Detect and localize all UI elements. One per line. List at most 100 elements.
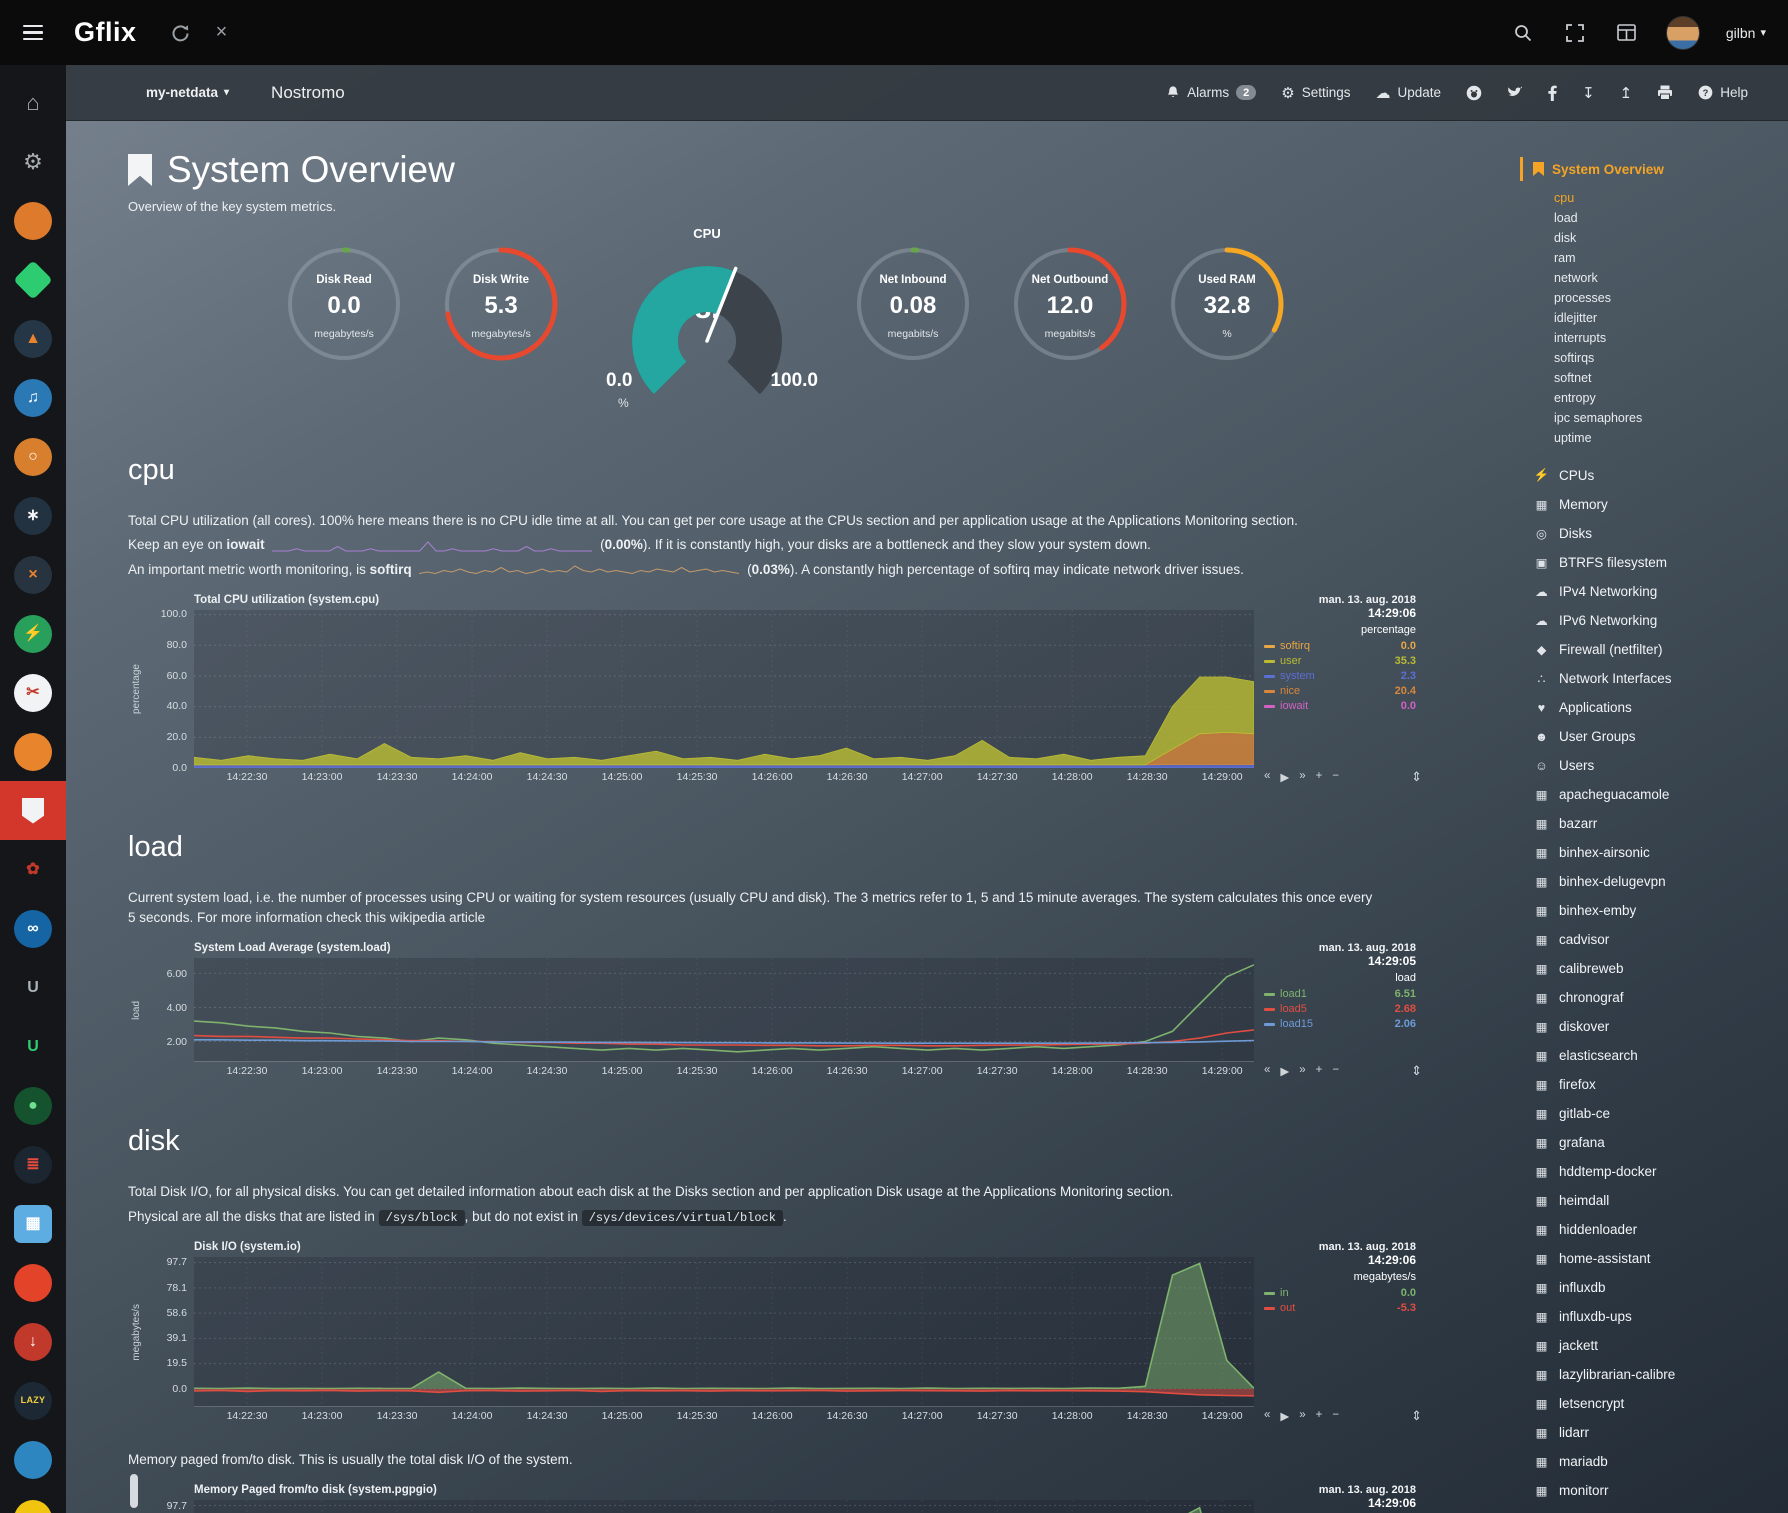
sidebar-app-airsonic[interactable]: ♫ — [0, 368, 66, 427]
play-button[interactable]: ▶ — [1280, 770, 1289, 784]
toc-section-applications[interactable]: ♥Applications — [1533, 693, 1780, 722]
disk-chart-resize-handle[interactable]: ⇕ — [1411, 1408, 1422, 1424]
used-ram-gauge[interactable]: Used RAM 32.8 % — [1161, 240, 1293, 390]
memory-chart-plot[interactable] — [194, 1500, 1254, 1513]
toc-container-hiddenloader[interactable]: ▦hiddenloader — [1533, 1215, 1780, 1244]
toc-container-jackett[interactable]: ▦jackett — [1533, 1331, 1780, 1360]
sidebar-app-overseerr[interactable]: ⚡ — [0, 604, 66, 663]
toc-container-monitorr[interactable]: ▦monitorr — [1533, 1476, 1780, 1505]
refresh-icon[interactable] — [167, 20, 193, 46]
toc-sub-uptime[interactable]: uptime — [1554, 428, 1780, 448]
sidebar-app-search-app[interactable]: ○ — [0, 427, 66, 486]
toc-container-heimdall[interactable]: ▦heimdall — [1533, 1186, 1780, 1215]
sidebar-app-tautulli[interactable]: ▲ — [0, 309, 66, 368]
hostname[interactable]: Nostromo — [271, 83, 345, 103]
disk-write-gauge[interactable]: Disk Write 5.3 megabytes/s — [435, 240, 567, 390]
sidebar-app-heimdall[interactable]: ▦ — [0, 1194, 66, 1253]
toc-sub-ram[interactable]: ram — [1554, 248, 1780, 268]
legend-load1[interactable]: load16.51 — [1264, 987, 1416, 1002]
fullscreen-icon[interactable] — [1562, 20, 1588, 46]
help-button[interactable]: ? Help — [1698, 85, 1748, 100]
sidebar-app-sabnzbd[interactable]: sab — [0, 1489, 66, 1513]
alarms-button[interactable]: Alarms 2 — [1166, 85, 1256, 100]
zoom-out-button[interactable]: − — [1332, 770, 1339, 784]
sidebar-app-monitorr[interactable] — [0, 781, 66, 840]
update-button[interactable]: ☁ Update — [1376, 84, 1442, 102]
settings-button[interactable]: ⚙ Settings — [1281, 84, 1350, 102]
sidebar-app-ombi[interactable] — [0, 191, 66, 250]
cpu-gauge[interactable]: CPU 58.0 0.0 100.0 % — [592, 226, 822, 408]
toc-section-network-interfaces[interactable]: ∴Network Interfaces — [1533, 664, 1780, 693]
toc-container-netdata[interactable]: ▦netdata — [1533, 1505, 1780, 1513]
play-button[interactable]: ▶ — [1280, 1409, 1289, 1423]
sidebar-app-lazylibrarian[interactable]: LAZY — [0, 1371, 66, 1430]
net-inbound-gauge[interactable]: Net Inbound 0.08 megabits/s — [847, 240, 979, 390]
legend-load15[interactable]: load152.06 — [1264, 1017, 1416, 1032]
github-link[interactable] — [1466, 85, 1482, 101]
sidebar-app-cutter-app[interactable]: ✂ — [0, 663, 66, 722]
toc-sub-load[interactable]: load — [1554, 208, 1780, 228]
softirq-sparkline[interactable] — [419, 563, 739, 577]
zoom-in-button[interactable]: + — [1316, 1064, 1323, 1078]
zoom-in-button[interactable]: + — [1316, 770, 1323, 784]
sidebar-app-nextcloud[interactable]: ∞ — [0, 899, 66, 958]
toc-container-lidarr[interactable]: ▦lidarr — [1533, 1418, 1780, 1447]
toc-container-elasticsearch[interactable]: ▦elasticsearch — [1533, 1041, 1780, 1070]
toc-container-mariadb[interactable]: ▦mariadb — [1533, 1447, 1780, 1476]
toc-sub-disk[interactable]: disk — [1554, 228, 1780, 248]
toc-sub-softirqs[interactable]: softirqs — [1554, 348, 1780, 368]
toc-system-overview[interactable]: System Overview — [1520, 157, 1780, 181]
toc-container-binhex-delugevpn[interactable]: ▦binhex-delugevpn — [1533, 867, 1780, 896]
toc-container-apacheguacamole[interactable]: ▦apacheguacamole — [1533, 780, 1780, 809]
pan-left-button[interactable]: « — [1264, 770, 1270, 784]
export-button[interactable]: ↥ — [1620, 84, 1633, 102]
sidebar-app-flower-app[interactable]: ✿ — [0, 840, 66, 899]
sidebar-app-gitlab[interactable] — [0, 1253, 66, 1312]
print-button[interactable] — [1657, 85, 1673, 100]
toc-sub-softnet[interactable]: softnet — [1554, 368, 1780, 388]
toc-section-firewall-netfilter-[interactable]: ◆Firewall (netfilter) — [1533, 635, 1780, 664]
legend-out[interactable]: out-5.3 — [1264, 1301, 1416, 1316]
toc-section-ipv4-networking[interactable]: ☁IPv4 Networking — [1533, 577, 1780, 606]
legend-user[interactable]: user35.3 — [1264, 654, 1416, 669]
toc-container-diskover[interactable]: ▦diskover — [1533, 1012, 1780, 1041]
legend-iowait[interactable]: iowait0.0 — [1264, 699, 1416, 714]
user-menu[interactable]: gilbn ▾ — [1726, 25, 1766, 41]
sidebar-app-ubooquity[interactable]: U — [0, 958, 66, 1017]
avatar[interactable] — [1666, 16, 1700, 50]
toc-sub-network[interactable]: network — [1554, 268, 1780, 288]
iowait-sparkline[interactable] — [272, 539, 592, 553]
sidebar-app-radarr[interactable]: × — [0, 545, 66, 604]
toc-sub-entropy[interactable]: entropy — [1554, 388, 1780, 408]
apps-grid-icon[interactable] — [1614, 20, 1640, 46]
disk-read-gauge[interactable]: Disk Read 0.0 megabytes/s — [278, 240, 410, 390]
toc-container-influxdb-ups[interactable]: ▦influxdb-ups — [1533, 1302, 1780, 1331]
toc-container-bazarr[interactable]: ▦bazarr — [1533, 809, 1780, 838]
pan-right-button[interactable]: » — [1299, 1409, 1305, 1423]
toc-container-firefox[interactable]: ▦firefox — [1533, 1070, 1780, 1099]
cpu-chart-plot[interactable] — [194, 610, 1254, 768]
sidebar-app-home[interactable]: ⌂ — [0, 73, 66, 132]
sidebar-app-drop-app[interactable] — [0, 1430, 66, 1489]
zoom-out-button[interactable]: − — [1332, 1409, 1339, 1423]
pan-right-button[interactable]: » — [1299, 1064, 1305, 1078]
toc-container-gitlab-ce[interactable]: ▦gitlab-ce — [1533, 1099, 1780, 1128]
legend-load5[interactable]: load52.68 — [1264, 1002, 1416, 1017]
toc-container-binhex-airsonic[interactable]: ▦binhex-airsonic — [1533, 838, 1780, 867]
cpu-chart-resize-handle[interactable]: ⇕ — [1411, 769, 1422, 785]
toc-section-user-groups[interactable]: ☻User Groups — [1533, 722, 1780, 751]
load-chart-resize-handle[interactable]: ⇕ — [1411, 1063, 1422, 1079]
toc-container-binhex-emby[interactable]: ▦binhex-emby — [1533, 896, 1780, 925]
sidebar-app-flame-app[interactable] — [0, 722, 66, 781]
pan-left-button[interactable]: « — [1264, 1409, 1270, 1423]
legend-system[interactable]: system2.3 — [1264, 669, 1416, 684]
legend-in[interactable]: in0.0 — [1264, 1286, 1416, 1301]
toc-container-chronograf[interactable]: ▦chronograf — [1533, 983, 1780, 1012]
toc-section-cpus[interactable]: ⚡CPUs — [1533, 461, 1780, 490]
zoom-out-button[interactable]: − — [1332, 1064, 1339, 1078]
toc-sub-ipc-semaphores[interactable]: ipc semaphores — [1554, 408, 1780, 428]
toc-sub-interrupts[interactable]: interrupts — [1554, 328, 1780, 348]
toc-container-hddtemp-docker[interactable]: ▦hddtemp-docker — [1533, 1157, 1780, 1186]
sidebar-app-green-app[interactable]: ● — [0, 1076, 66, 1135]
sidebar-app-requests-app[interactable] — [0, 250, 66, 309]
